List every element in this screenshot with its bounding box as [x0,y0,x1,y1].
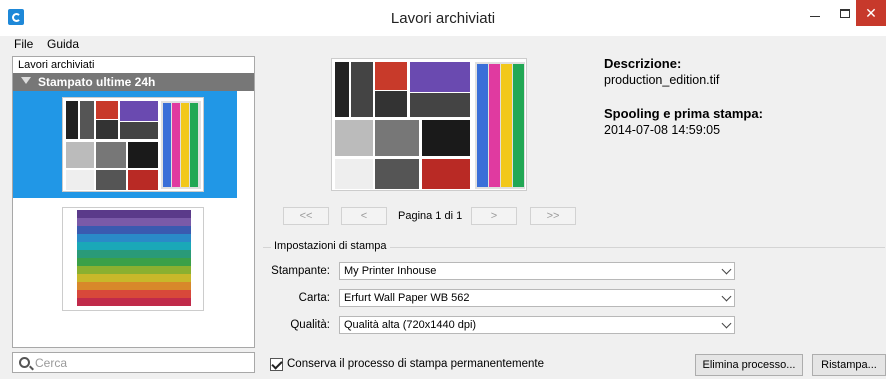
chevron-down-icon [721,318,732,329]
archived-jobs-window: Lavori archiviati ✕ File Guida Lavori ar… [0,0,886,379]
job-item-selected[interactable] [13,91,237,198]
tree-group-header[interactable]: Stampato ultime 24h [13,73,254,91]
preview-image [332,59,526,190]
thumbnail-image [63,98,203,191]
collapse-triangle-icon[interactable] [21,77,31,84]
chevron-down-icon [721,264,732,275]
paper-value: Erfurt Wall Paper WB 562 [344,292,470,304]
first-page-button[interactable]: << [283,207,329,225]
print-settings-title: Impostazioni di stampa [271,240,390,252]
menu-help[interactable]: Guida [47,37,79,51]
job-tree[interactable]: Lavori archiviati Stampato ultime 24h [12,56,255,348]
quality-label: Qualità: [290,319,330,331]
quality-value: Qualità alta (720x1440 dpi) [344,319,477,331]
delete-job-button[interactable]: Elimina processo... [695,354,803,376]
job-thumbnail-2[interactable] [62,207,204,311]
search-input[interactable] [35,355,250,370]
title-bar: Lavori archiviati ✕ [0,0,886,36]
page-info: Pagina 1 di 1 [398,210,463,222]
description-value: production_edition.tif [604,73,720,87]
job-preview [331,58,527,191]
tree-group-label: Stampato ultime 24h [38,75,156,89]
window-title: Lavori archiviati [390,10,496,27]
job-thumbnail [62,97,204,192]
minimize-button[interactable] [800,0,830,26]
keep-permanently-checkbox[interactable] [270,358,283,371]
minimize-icon [810,15,820,17]
quality-select[interactable]: Qualità alta (720x1440 dpi) [339,316,735,334]
printer-select[interactable]: My Printer Inhouse [339,262,735,280]
tree-root-label: Lavori archiviati [18,59,95,71]
paper-select[interactable]: Erfurt Wall Paper WB 562 [339,289,735,307]
search-box[interactable] [12,352,255,373]
thumbnail-image-2 [63,208,203,310]
description-label: Descrizione: [604,56,682,71]
spool-value: 2014-07-08 14:59:05 [604,123,721,137]
search-icon [19,357,30,368]
maximize-icon [840,8,850,18]
reprint-button[interactable]: Ristampa... [812,354,886,376]
printer-value: My Printer Inhouse [344,265,437,277]
spool-label: Spooling e prima stampa: [604,106,763,121]
chevron-down-icon [721,291,732,302]
keep-permanently-label[interactable]: Conserva il processo di stampa permanent… [287,358,544,370]
printer-label: Stampante: [271,265,330,277]
close-button[interactable]: ✕ [856,0,886,26]
next-page-button[interactable]: > [471,207,517,225]
paper-label: Carta: [298,292,330,304]
prev-page-button[interactable]: < [341,207,387,225]
last-page-button[interactable]: >> [530,207,576,225]
menu-file[interactable]: File [14,37,33,51]
menu-bar: File Guida [0,36,886,54]
close-icon: ✕ [865,4,877,21]
